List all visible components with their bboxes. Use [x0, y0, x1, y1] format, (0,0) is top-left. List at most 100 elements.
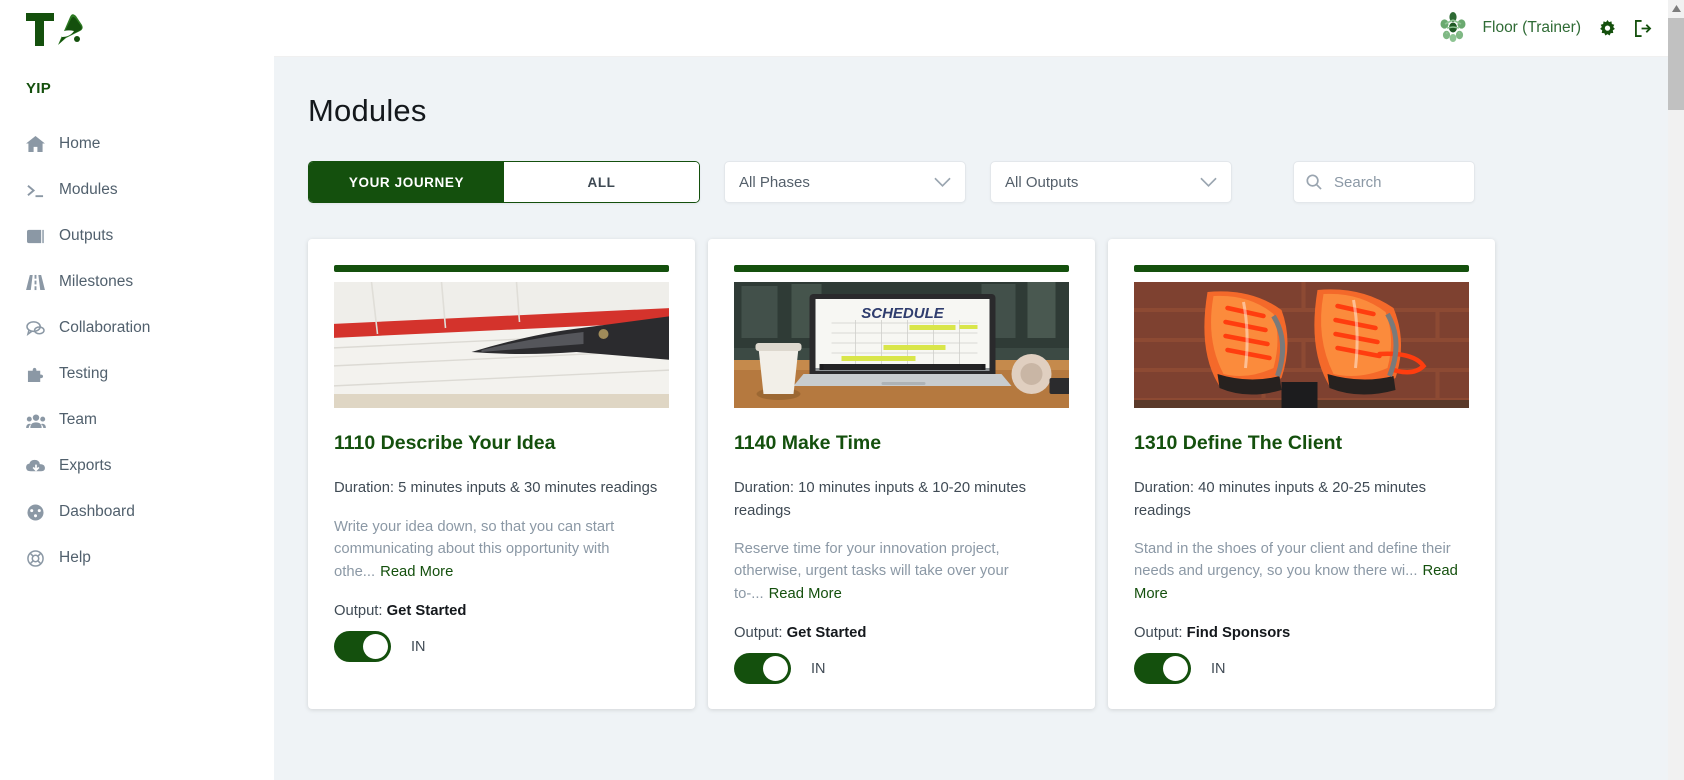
- sidebar-item-help[interactable]: Help: [0, 535, 274, 581]
- sidebar-item-label: Testing: [59, 365, 109, 382]
- card-description: Stand in the shoes of your client and de…: [1134, 538, 1469, 605]
- card-toggle-row: IN: [734, 653, 1069, 685]
- sidebar-item-exports[interactable]: Exports: [0, 443, 274, 489]
- card-toggle-row: IN: [1134, 653, 1469, 685]
- sidebar-item-outputs[interactable]: Outputs: [0, 213, 274, 259]
- module-card[interactable]: SCHEDULE 1140 Make Time Duration: 10 min…: [708, 239, 1095, 709]
- module-card[interactable]: 1310 Define The Client Duration: 40 minu…: [1108, 239, 1495, 709]
- card-accent-bar: [334, 265, 669, 272]
- sidebar-item-label: Help: [59, 549, 91, 566]
- sidebar-item-team[interactable]: Team: [0, 397, 274, 443]
- main-area: Floor (Trainer) Modules YOUR JOURNEY ALL…: [274, 0, 1684, 780]
- org-name: YIP: [26, 80, 52, 97]
- toggle-knob: [763, 656, 788, 682]
- chevron-down-icon: [934, 177, 951, 188]
- content: Modules YOUR JOURNEY ALL All Phases All …: [274, 57, 1668, 780]
- orange-running-shoes-image: [1134, 282, 1469, 408]
- topbar: Floor (Trainer): [274, 0, 1684, 57]
- card-output-value: Find Sponsors: [1186, 625, 1291, 642]
- sidebar-item-label: Exports: [59, 457, 112, 474]
- notebook-with-pen-image: [334, 282, 669, 408]
- read-more-link[interactable]: Read More: [380, 564, 453, 580]
- search-icon: [1306, 174, 1322, 190]
- card-description-text: Stand in the shoes of your client and de…: [1134, 540, 1451, 580]
- sidebar-nav: Home Modules Outputs Milestones Collabor…: [0, 121, 274, 581]
- terminal-icon: [26, 182, 52, 199]
- phase-filter-value: All Phases: [739, 173, 810, 191]
- card-description: Write your idea down, so that you can st…: [334, 516, 669, 583]
- card-output-label: Output:: [334, 603, 383, 620]
- card-description-text: Write your idea down, so that you can st…: [334, 518, 615, 580]
- sidebar-item-milestones[interactable]: Milestones: [0, 259, 274, 305]
- toggle-state-label: IN: [1211, 660, 1226, 677]
- laptop-schedule-image: SCHEDULE: [734, 282, 1069, 408]
- user-avatar-icon: [1435, 10, 1471, 46]
- book-icon: [26, 228, 52, 245]
- sidebar: YIP Home Modules Outputs Milestones Coll…: [0, 0, 274, 780]
- road-icon: [26, 274, 52, 291]
- toggle-knob: [363, 634, 388, 660]
- card-accent-bar: [734, 265, 1069, 272]
- card-title: 1110 Describe Your Idea: [334, 432, 556, 454]
- tab-all[interactable]: ALL: [504, 162, 699, 202]
- logout-icon[interactable]: [1634, 19, 1652, 37]
- card-output-label: Output:: [734, 625, 783, 642]
- caret-up-icon[interactable]: [1668, 0, 1684, 17]
- sidebar-item-label: Modules: [59, 181, 118, 198]
- sidebar-item-label: Collaboration: [59, 319, 151, 336]
- gauge-icon: [26, 503, 52, 521]
- chevron-down-icon: [1200, 177, 1217, 188]
- users-icon: [26, 412, 52, 429]
- page-scrollbar[interactable]: [1668, 0, 1684, 780]
- cloud-download-icon: [26, 458, 52, 475]
- module-in-toggle[interactable]: [334, 631, 391, 663]
- card-output-value: Get Started: [386, 603, 467, 620]
- user-block[interactable]: Floor (Trainer): [1435, 10, 1581, 46]
- sidebar-item-label: Dashboard: [59, 503, 135, 520]
- output-filter-select[interactable]: All Outputs: [990, 161, 1232, 203]
- svg-text:SCHEDULE: SCHEDULE: [861, 305, 945, 322]
- gear-icon[interactable]: [1599, 19, 1616, 37]
- app-root: YIP Home Modules Outputs Milestones Coll…: [0, 0, 1684, 780]
- sidebar-item-home[interactable]: Home: [0, 121, 274, 167]
- card-duration: Duration: 10 minutes inputs & 10-20 minu…: [734, 480, 1026, 519]
- search-box[interactable]: [1293, 161, 1475, 203]
- lifering-icon: [26, 549, 52, 567]
- module-card-list: 1110 Describe Your Idea Duration: 5 minu…: [308, 239, 1668, 709]
- sidebar-item-testing[interactable]: Testing: [0, 351, 274, 397]
- scrollbar-thumb[interactable]: [1668, 18, 1684, 110]
- card-accent-bar: [1134, 265, 1469, 272]
- rocket-logo-icon: [26, 13, 83, 46]
- toggle-state-label: IN: [811, 660, 826, 677]
- read-more-link[interactable]: Read More: [769, 586, 842, 602]
- comments-icon: [26, 320, 52, 337]
- journey-filter-tabs: YOUR JOURNEY ALL: [308, 161, 700, 203]
- sidebar-item-label: Milestones: [59, 273, 134, 290]
- module-in-toggle[interactable]: [734, 653, 791, 685]
- sidebar-item-collaboration[interactable]: Collaboration: [0, 305, 274, 351]
- card-output-label: Output:: [1134, 625, 1183, 642]
- sidebar-item-label: Outputs: [59, 227, 114, 244]
- card-duration: Duration: 5 minutes inputs & 30 minutes …: [334, 480, 658, 497]
- card-title: 1140 Make Time: [734, 432, 882, 454]
- output-filter-value: All Outputs: [1005, 173, 1079, 191]
- card-output: Output: Find Sponsors: [1134, 625, 1469, 641]
- puzzle-icon: [26, 366, 52, 383]
- module-card[interactable]: 1110 Describe Your Idea Duration: 5 minu…: [308, 239, 695, 709]
- card-output: Output: Get Started: [334, 603, 669, 619]
- phase-filter-select[interactable]: All Phases: [724, 161, 966, 203]
- card-title: 1310 Define The Client: [1134, 432, 1343, 454]
- page-title: Modules: [308, 93, 427, 128]
- sidebar-item-modules[interactable]: Modules: [0, 167, 274, 213]
- card-duration: Duration: 40 minutes inputs & 20-25 minu…: [1134, 480, 1426, 519]
- tab-your-journey[interactable]: YOUR JOURNEY: [309, 162, 504, 202]
- module-in-toggle[interactable]: [1134, 653, 1191, 685]
- brand-logo[interactable]: [0, 0, 274, 58]
- sidebar-item-label: Team: [59, 411, 97, 428]
- search-input[interactable]: [1334, 173, 1454, 191]
- card-description: Reserve time for your innovation project…: [734, 538, 1069, 605]
- toggle-knob: [1163, 656, 1188, 682]
- sidebar-item-dashboard[interactable]: Dashboard: [0, 489, 274, 535]
- toggle-state-label: IN: [411, 638, 426, 655]
- card-toggle-row: IN: [334, 631, 669, 663]
